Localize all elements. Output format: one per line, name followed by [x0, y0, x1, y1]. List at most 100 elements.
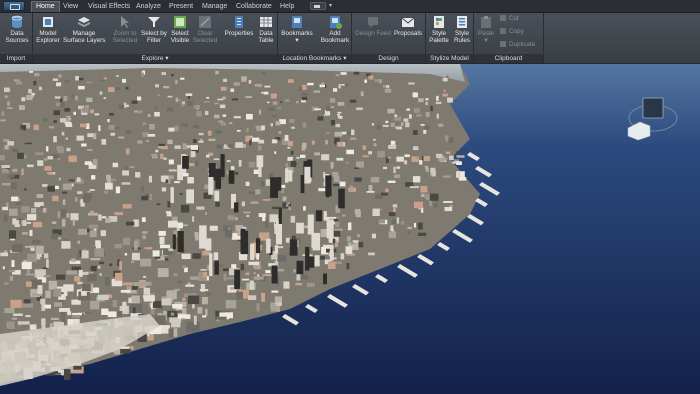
building-block	[354, 167, 359, 169]
building-block	[340, 253, 345, 260]
building-block	[382, 166, 388, 170]
bookmarks-button[interactable]: Bookmarks ▾	[280, 15, 314, 44]
model-explorer-label-2: Explorer	[36, 37, 60, 44]
quick-access-icon[interactable]	[310, 2, 326, 10]
properties-button[interactable]: Properties	[223, 15, 255, 37]
database-icon	[11, 15, 23, 28]
building-block	[77, 191, 83, 194]
building-block	[177, 280, 182, 284]
building-block	[8, 270, 15, 273]
zoom-to-selected-button[interactable]: Zoom to Selected	[110, 15, 140, 44]
tab-collaborate[interactable]: Collaborate	[232, 1, 276, 12]
duplicate-button[interactable]: Duplicate	[500, 41, 535, 49]
select-visible-button[interactable]: Select Visible	[167, 15, 193, 44]
building-block	[214, 114, 220, 119]
building-block	[413, 108, 420, 113]
building-block	[93, 133, 97, 140]
building-block	[356, 107, 363, 111]
building-block	[154, 256, 161, 259]
design-feed-button[interactable]: Design Feed	[354, 15, 392, 37]
building-block	[223, 268, 229, 272]
tower-block	[266, 238, 271, 254]
tab-manage[interactable]: Manage	[198, 1, 231, 12]
building-block	[372, 138, 376, 141]
view-cube-icon[interactable]	[626, 92, 680, 144]
building-block	[195, 160, 199, 167]
building-block	[79, 77, 84, 81]
building-block	[342, 214, 346, 217]
building-block	[453, 159, 460, 162]
building-block	[403, 118, 409, 122]
building-block	[27, 164, 34, 168]
building-block	[407, 230, 411, 235]
building-block	[412, 92, 418, 98]
quick-access-dropdown-icon[interactable]: ▾	[329, 2, 332, 10]
building-block	[378, 219, 386, 224]
building-block	[330, 162, 334, 169]
tab-help[interactable]: Help	[276, 1, 298, 12]
building-block	[377, 124, 381, 130]
building-block	[381, 192, 388, 196]
building-block	[158, 230, 166, 236]
building-block	[134, 241, 138, 250]
building-block	[193, 315, 197, 325]
tab-analyze[interactable]: Analyze	[132, 1, 165, 12]
3d-city-viewport[interactable]	[0, 64, 700, 394]
building-block	[24, 142, 32, 145]
building-block	[2, 182, 11, 186]
tower-block	[214, 190, 220, 201]
building-block	[160, 244, 171, 249]
building-block	[345, 161, 349, 164]
style-palette-button[interactable]: Style Palette	[428, 15, 450, 44]
data-table-button[interactable]: Data Table	[255, 15, 277, 44]
add-bookmark-button[interactable]: Add Bookmark	[318, 15, 352, 44]
paste-icon	[481, 16, 491, 28]
data-sources-button[interactable]: Data Sources	[4, 15, 30, 44]
building-block	[254, 83, 259, 87]
style-rules-button[interactable]: Style Rules	[451, 15, 473, 44]
building-block	[215, 316, 227, 320]
building-block	[66, 147, 71, 152]
select-by-filter-label-1: Select by	[141, 30, 167, 37]
manage-surface-layers-button[interactable]: Manage Surface Layers	[63, 15, 105, 44]
tab-view[interactable]: View	[59, 1, 82, 12]
building-block	[51, 221, 57, 224]
model-explorer-button[interactable]: Model Explorer	[35, 15, 61, 44]
panel-title-explore[interactable]: Explore ▾	[33, 54, 277, 63]
building-block	[104, 277, 110, 286]
building-block	[131, 100, 138, 104]
paste-button[interactable]: Paste ▾	[476, 15, 496, 44]
building-block	[105, 218, 111, 223]
building-block	[181, 103, 184, 107]
building-block	[58, 177, 61, 181]
application-menu-button[interactable]	[3, 1, 25, 11]
select-by-filter-button[interactable]: Select by Filter	[139, 15, 169, 44]
cut-button[interactable]: Cut	[500, 15, 519, 23]
building-block	[75, 95, 79, 101]
building-block	[227, 215, 235, 221]
proposals-button[interactable]: Proposals	[392, 15, 424, 37]
building-block	[228, 144, 233, 148]
tab-present[interactable]: Present	[165, 1, 197, 12]
building-block	[372, 208, 380, 216]
tab-visual-effects[interactable]: Visual Effects	[84, 1, 134, 12]
copy-button[interactable]: Copy	[500, 28, 524, 36]
building-block	[29, 324, 37, 330]
tab-home[interactable]: Home	[31, 1, 60, 12]
panel-title-location-bookmarks[interactable]: Location Bookmarks ▾	[278, 54, 351, 63]
building-block	[42, 207, 47, 213]
building-block	[47, 156, 54, 160]
building-block	[97, 265, 101, 269]
building-block	[393, 116, 402, 121]
manage-surface-layers-label-1: Manage	[72, 30, 96, 37]
tower-block	[278, 208, 282, 224]
building-block	[325, 140, 328, 145]
building-block	[182, 173, 189, 177]
clear-selected-button[interactable]: Clear Selected	[191, 15, 219, 44]
building-block	[348, 222, 352, 231]
building-block	[274, 151, 277, 154]
building-block	[436, 113, 439, 119]
building-block	[318, 188, 326, 192]
building-block	[215, 130, 222, 134]
building-block	[155, 84, 159, 88]
